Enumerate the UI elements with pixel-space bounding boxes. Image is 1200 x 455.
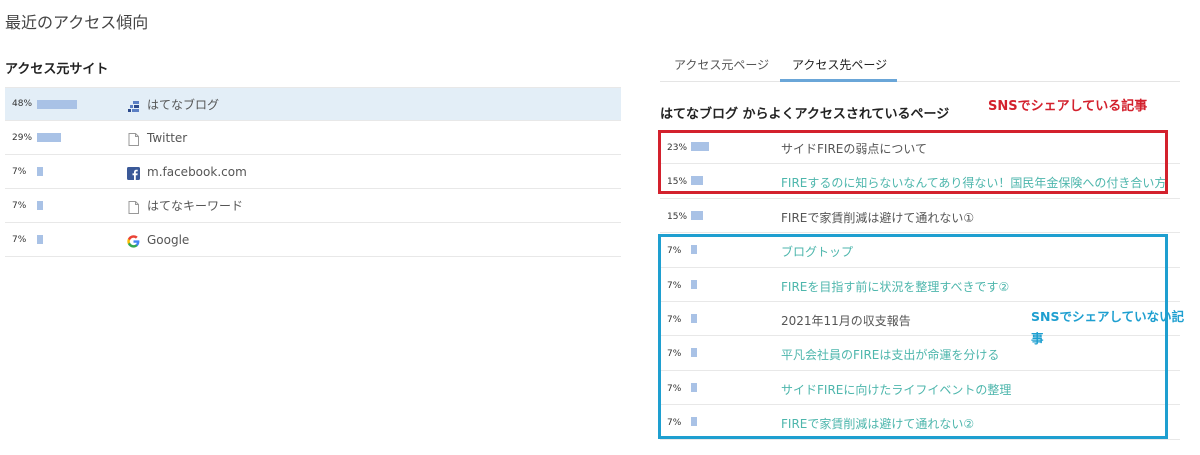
source-percent: 7% — [12, 200, 27, 211]
page-title: 最近のアクセス傾向 — [5, 13, 149, 32]
source-bar — [37, 133, 61, 142]
source-percent: 29% — [12, 132, 33, 143]
source-row[interactable]: 29% Twitter — [5, 121, 621, 155]
source-label[interactable]: Google — [147, 233, 189, 247]
hatena-blog-icon — [127, 98, 140, 112]
sources-header: アクセス元サイト — [5, 62, 109, 77]
source-label[interactable]: Twitter — [147, 131, 187, 145]
tab-bar: アクセス元ページ アクセス先ページ — [660, 45, 1180, 81]
source-row[interactable]: 48% はてなブログ — [5, 87, 621, 121]
source-row[interactable]: 7% はてなキーワード — [5, 189, 621, 223]
source-bar — [37, 167, 43, 176]
source-label[interactable]: m.facebook.com — [147, 165, 247, 179]
destination-bar — [691, 210, 703, 220]
shared-articles-label: SNSでシェアしている記事 — [988, 99, 1148, 114]
source-percent: 7% — [12, 234, 27, 245]
destination-percent: 15% — [667, 211, 688, 222]
destination-row: 15% FIREで家賃削減は避けて通れない① — [660, 199, 1180, 234]
source-label[interactable]: はてなキーワード — [147, 197, 243, 214]
sources-table: 48% はてなブログ 29% Twitter 7% m.facebook.com 7% はてな… — [5, 87, 621, 257]
google-icon — [127, 233, 140, 248]
source-bar — [37, 235, 43, 244]
source-row[interactable]: 7% m.facebook.com — [5, 155, 621, 189]
source-row[interactable]: 7% Google — [5, 223, 621, 257]
destination-link[interactable]: FIREで家賃削減は避けて通れない① — [781, 209, 974, 226]
source-percent: 7% — [12, 166, 27, 177]
facebook-icon — [127, 165, 140, 180]
unshared-articles-label: SNSでシェアしていない記事 — [1031, 309, 1185, 346]
page-icon — [127, 199, 140, 214]
page-icon — [127, 131, 140, 146]
tab-referrer-pages[interactable]: アクセス元ページ — [674, 56, 769, 73]
source-percent: 48% — [12, 99, 33, 109]
source-bar — [37, 201, 43, 210]
shared-articles-box — [658, 130, 1168, 194]
destinations-header: はてなブログ からよくアクセスされているページ — [660, 107, 950, 122]
tabs-divider — [660, 81, 1180, 82]
source-label[interactable]: はてなブログ — [147, 96, 219, 113]
source-bar — [37, 100, 77, 109]
tab-landing-pages[interactable]: アクセス先ページ — [792, 56, 887, 73]
active-tab-indicator — [780, 79, 897, 82]
